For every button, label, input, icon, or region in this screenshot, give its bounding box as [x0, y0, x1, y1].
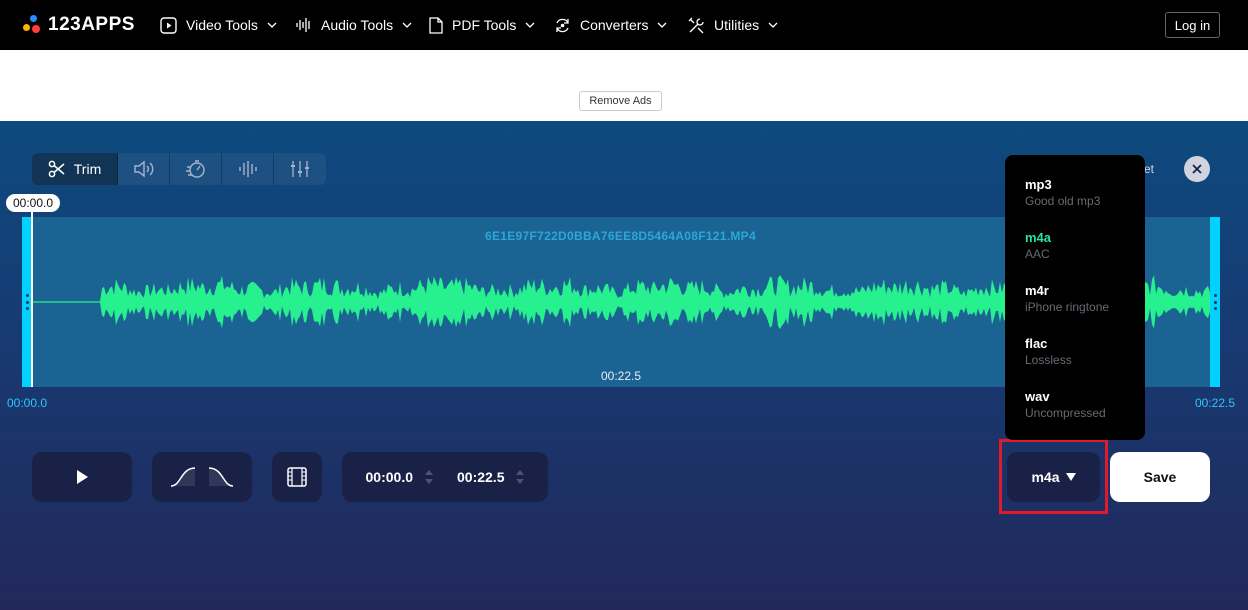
document-icon	[429, 16, 443, 34]
nav-converters[interactable]: Converters	[554, 0, 667, 50]
tool-trim-label: Trim	[73, 161, 102, 177]
volume-icon	[133, 160, 153, 178]
option-description: Good old mp3	[1025, 194, 1101, 208]
playhead[interactable]	[31, 210, 33, 387]
arrow-down-icon[interactable]	[425, 479, 433, 484]
save-button[interactable]: Save	[1110, 452, 1210, 502]
nav-label: PDF Tools	[452, 17, 517, 33]
format-select-highlight	[999, 439, 1108, 514]
chevron-down-icon	[768, 22, 778, 28]
play-icon	[77, 470, 88, 484]
option-description: iPhone ringtone	[1025, 300, 1110, 314]
mixer-sliders-icon	[291, 161, 309, 177]
start-time-stepper[interactable]	[425, 470, 433, 484]
end-time-input[interactable]: 00:22.5	[445, 469, 536, 485]
nav-utilities[interactable]: Utilities	[688, 0, 778, 50]
editor-toolbar: Trim	[32, 153, 326, 185]
tool-speed[interactable]	[170, 153, 222, 185]
tool-trim[interactable]: Trim	[32, 153, 118, 185]
playhead-time: 00:00.0	[6, 194, 60, 212]
chevron-down-icon	[402, 22, 412, 28]
start-time-input[interactable]: 00:00.0	[354, 469, 445, 485]
selection-duration: 00:22.5	[601, 369, 642, 383]
start-time-value: 00:00.0	[365, 469, 413, 485]
speed-icon	[185, 160, 205, 178]
end-time-value: 00:22.5	[457, 469, 505, 485]
chevron-down-icon	[267, 22, 277, 28]
film-strip-icon	[287, 467, 307, 487]
fade-out-icon[interactable]	[207, 466, 235, 488]
arrow-down-icon[interactable]	[516, 479, 525, 484]
obscured-label: et	[1144, 162, 1155, 176]
login-button[interactable]: Log in	[1165, 12, 1220, 38]
close-button[interactable]	[1184, 156, 1210, 182]
play-button[interactable]	[32, 452, 132, 502]
nav-video-tools[interactable]: Video Tools	[160, 0, 277, 50]
fade-in-icon[interactable]	[169, 466, 197, 488]
option-description: Lossless	[1025, 353, 1072, 367]
tool-mixer[interactable]	[274, 153, 326, 185]
option-description: Uncompressed	[1025, 406, 1106, 420]
brand-name: 123APPS	[48, 14, 135, 35]
option-name: m4r	[1025, 283, 1049, 298]
option-name: flac	[1025, 336, 1048, 351]
trim-end-handle[interactable]	[1210, 217, 1220, 387]
format-option-m4r[interactable]: m4r iPhone ringtone	[1025, 283, 1109, 314]
tool-volume[interactable]	[118, 153, 170, 185]
tools-icon	[688, 17, 704, 33]
play-square-icon	[160, 16, 177, 34]
audio-wave-icon	[296, 18, 310, 32]
fade-controls	[152, 452, 252, 502]
scissors-icon	[48, 160, 65, 178]
nav-label: Utilities	[714, 17, 760, 33]
top-navigation: 123APPS Video Tools Audio Tools PDF Tool…	[0, 0, 1248, 50]
option-name: m4a	[1025, 230, 1052, 245]
option-description: AAC	[1025, 247, 1050, 261]
chevron-down-icon	[658, 22, 667, 28]
convert-arrows-icon	[556, 18, 569, 32]
format-option-wav[interactable]: wav Uncompressed	[1025, 389, 1106, 420]
nav-label: Audio Tools	[321, 17, 394, 33]
format-option-mp3[interactable]: mp3 Good old mp3	[1025, 177, 1100, 208]
brand-logo[interactable]: 123APPS	[22, 14, 135, 36]
option-name: wav	[1025, 389, 1050, 404]
end-time-stepper[interactable]	[516, 470, 525, 484]
arrow-up-icon[interactable]	[425, 470, 433, 475]
arrow-up-icon[interactable]	[516, 470, 525, 475]
nav-label: Converters	[580, 17, 649, 33]
equalizer-icon	[238, 161, 257, 177]
format-option-flac[interactable]: flac Lossless	[1025, 336, 1072, 367]
close-icon	[1192, 164, 1202, 174]
option-name: mp3	[1025, 177, 1052, 192]
format-dropdown-menu: mp3 Good old mp3 m4a AAC m4r iPhone ring…	[1005, 155, 1145, 440]
nav-pdf-tools[interactable]: PDF Tools	[429, 0, 535, 50]
grip-dots-icon	[25, 294, 29, 310]
timeline-start-label: 00:00.0	[7, 396, 48, 410]
file-name: 6E1E97F722D0BBA76EE8D5464A08F121.MP4	[485, 229, 756, 243]
logo-dots-icon	[22, 15, 42, 35]
tool-equalizer[interactable]	[222, 153, 274, 185]
time-range-inputs: 00:00.0 00:22.5	[342, 452, 548, 502]
video-frame-button[interactable]	[272, 452, 322, 502]
timeline-end-label: 00:22.5	[1195, 396, 1236, 410]
chevron-down-icon	[525, 22, 535, 28]
remove-ads-button[interactable]: Remove Ads	[579, 91, 662, 111]
nav-audio-tools[interactable]: Audio Tools	[296, 0, 412, 50]
format-option-m4a[interactable]: m4a AAC	[1025, 230, 1051, 261]
nav-label: Video Tools	[186, 17, 258, 33]
grip-dots-icon	[1213, 294, 1217, 310]
